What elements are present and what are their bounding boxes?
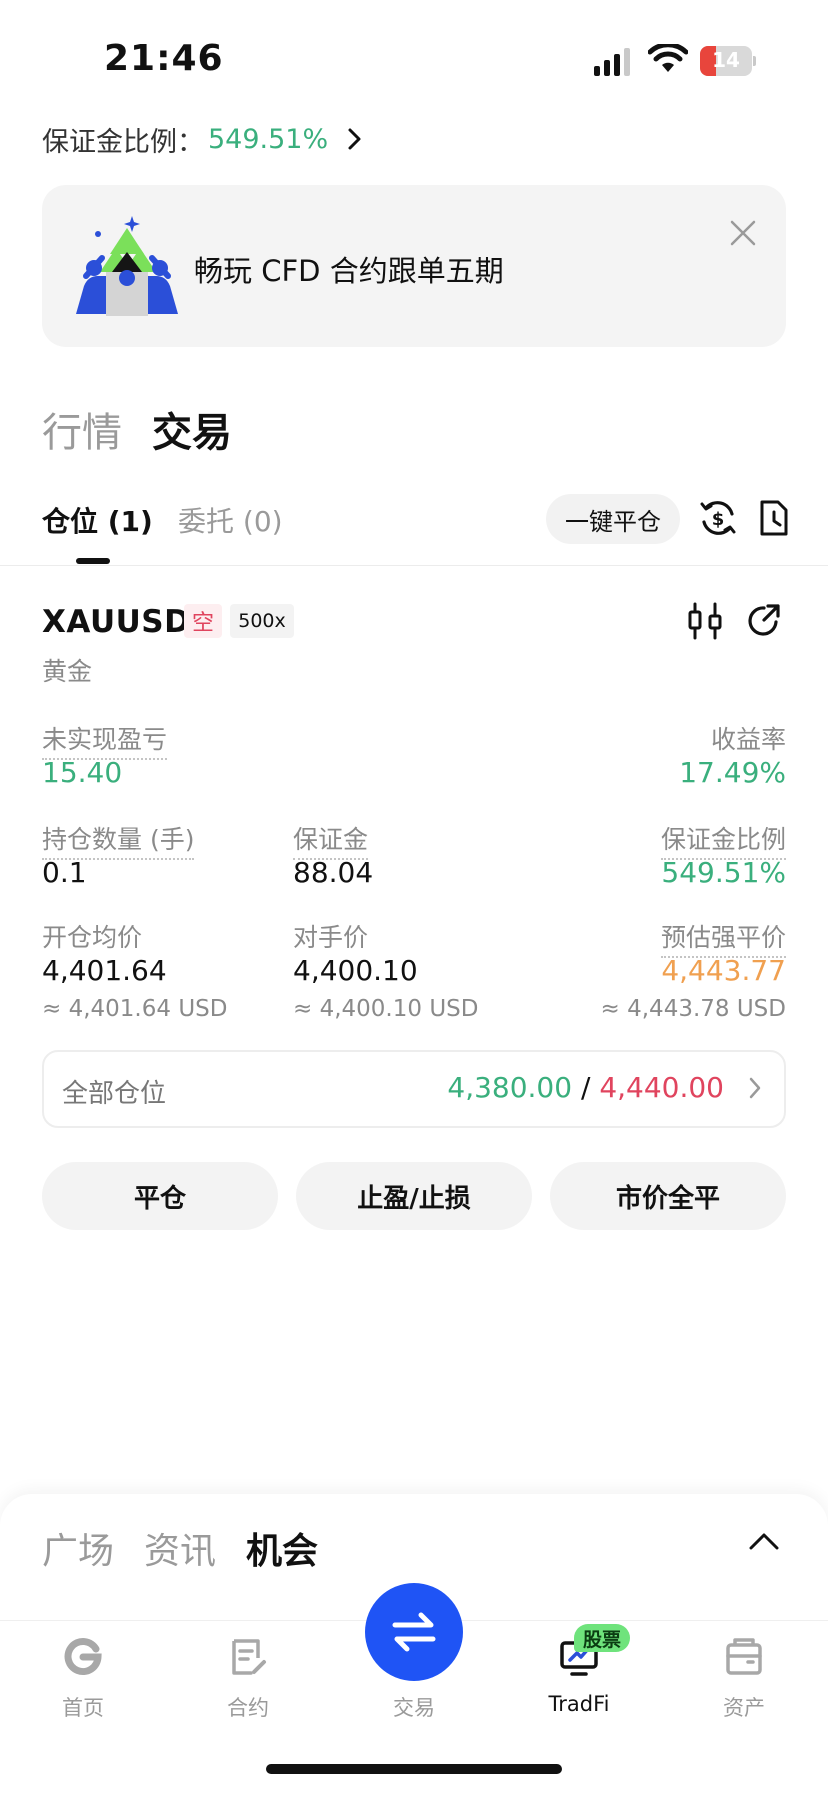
copy-trading-illustration-icon bbox=[76, 216, 178, 316]
close-all-button[interactable]: 一键平仓 bbox=[546, 494, 680, 544]
margin-value: 88.04 bbox=[293, 856, 374, 889]
tab-positions[interactable]: 仓位 (1) bbox=[42, 500, 153, 540]
take-profit-value: 4,380.00 bbox=[447, 1071, 573, 1104]
candlestick-chart-icon[interactable] bbox=[686, 602, 724, 640]
history-document-icon[interactable] bbox=[754, 498, 794, 538]
nav-trade[interactable]: 交易 bbox=[354, 1636, 474, 1726]
counter-price-usd: ≈ 4,400.10 USD bbox=[293, 996, 479, 1022]
wifi-icon bbox=[648, 44, 688, 72]
tab-opportunities[interactable]: 机会 bbox=[246, 1522, 318, 1574]
margin-label[interactable]: 保证金 bbox=[293, 820, 369, 860]
home-icon bbox=[64, 1638, 102, 1675]
position-margin-ratio-label[interactable]: 保证金比例 bbox=[660, 820, 786, 860]
liquidation-price-label[interactable]: 预估强平价 bbox=[660, 918, 786, 958]
chevron-up-icon[interactable] bbox=[748, 1530, 780, 1552]
tab-orders[interactable]: 委托 (0) bbox=[178, 500, 283, 540]
position-symbol[interactable]: XAUUSD bbox=[42, 604, 190, 640]
margin-ratio-row[interactable]: 保证金比例： 549.51% bbox=[42, 118, 364, 160]
counter-price-value: 4,400.10 bbox=[293, 954, 418, 987]
market-close-all-button[interactable]: 市价全平 bbox=[550, 1162, 786, 1230]
position-margin-ratio-value: 549.51% bbox=[661, 856, 786, 889]
roe-value: 17.49% bbox=[679, 756, 786, 789]
share-icon[interactable] bbox=[744, 602, 782, 640]
liquidation-price-value: 4,443.77 bbox=[661, 954, 786, 987]
nav-tradfi-label: TradFi bbox=[548, 1692, 610, 1716]
leverage-badge: 500x bbox=[230, 604, 294, 638]
chevron-right-icon bbox=[348, 128, 361, 150]
nav-home-label: 首页 bbox=[62, 1696, 104, 1720]
tp-sl-button[interactable]: 止盈/止损 bbox=[296, 1162, 532, 1230]
tab-trade[interactable]: 交易 bbox=[152, 400, 232, 458]
roe-label: 收益率 bbox=[710, 725, 786, 754]
position-name: 黄金 bbox=[42, 657, 93, 686]
entry-price-usd: ≈ 4,401.64 USD bbox=[42, 996, 228, 1022]
entry-price-value: 4,401.64 bbox=[42, 954, 167, 987]
tab-square[interactable]: 广场 bbox=[42, 1522, 114, 1574]
margin-ratio-value: 549.51% bbox=[208, 123, 329, 155]
nav-contract-label: 合约 bbox=[227, 1696, 269, 1720]
home-indicator bbox=[266, 1764, 562, 1774]
margin-ratio-label: 保证金比例： bbox=[42, 126, 204, 158]
quantity-value: 0.1 bbox=[42, 856, 87, 889]
all-positions-label: 全部仓位 bbox=[62, 1079, 167, 1109]
tab-news[interactable]: 资讯 bbox=[144, 1522, 216, 1574]
nav-contract[interactable]: 合约 bbox=[188, 1636, 308, 1726]
currency-exchange-icon[interactable]: $ bbox=[698, 498, 738, 538]
unrealized-pnl-value: 15.40 bbox=[42, 756, 123, 789]
section-divider bbox=[0, 565, 828, 566]
counter-price-label: 对手价 bbox=[293, 923, 369, 952]
tab-market[interactable]: 行情 bbox=[42, 400, 122, 458]
nav-home[interactable]: 首页 bbox=[23, 1636, 143, 1726]
stop-loss-value: 4,440.00 bbox=[599, 1071, 724, 1104]
wallet-icon bbox=[726, 1638, 762, 1675]
chevron-right-icon bbox=[749, 1077, 761, 1099]
tp-sl-values: 4,380.00 / 4,440.00 bbox=[447, 1071, 724, 1104]
banner-title: 畅玩 CFD 合约跟单五期 bbox=[194, 254, 504, 288]
nav-trade-label: 交易 bbox=[393, 1696, 435, 1720]
battery-icon: 14 bbox=[700, 46, 756, 76]
unrealized-pnl-label[interactable]: 未实现盈亏 bbox=[42, 720, 168, 760]
close-position-button[interactable]: 平仓 bbox=[42, 1162, 278, 1230]
nav-trade-spacer bbox=[393, 1636, 435, 1678]
battery-level: 14 bbox=[712, 48, 740, 72]
status-time: 21:46 bbox=[104, 38, 224, 79]
svg-text:$: $ bbox=[712, 509, 725, 530]
nav-assets-label: 资产 bbox=[723, 1696, 765, 1720]
stock-tag-badge: 股票 bbox=[574, 1624, 630, 1652]
close-icon[interactable] bbox=[728, 218, 758, 248]
tab-indicator bbox=[76, 558, 110, 564]
contract-icon bbox=[232, 1639, 266, 1675]
side-badge: 空 bbox=[184, 604, 222, 638]
tp-sl-separator: / bbox=[580, 1071, 591, 1104]
cellular-signal-icon bbox=[594, 48, 630, 76]
nav-assets[interactable]: 资产 bbox=[684, 1636, 804, 1726]
quantity-label[interactable]: 持仓数量 (手) bbox=[42, 820, 195, 860]
entry-price-label: 开仓均价 bbox=[42, 923, 143, 952]
liquidation-price-usd: ≈ 4,443.78 USD bbox=[600, 996, 786, 1022]
